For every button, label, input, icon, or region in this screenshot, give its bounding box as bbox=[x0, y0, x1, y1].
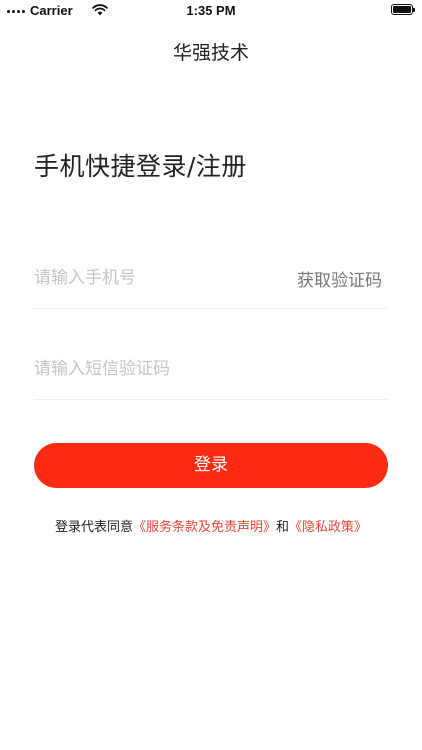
status-bar: Carrier 1:35 PM bbox=[0, 0, 422, 22]
phone-field-row: 获取验证码 bbox=[34, 246, 388, 309]
status-time: 1:35 PM bbox=[186, 3, 236, 18]
code-field-row bbox=[34, 337, 388, 400]
agreement-connector: 和 bbox=[276, 520, 290, 535]
agreement-text: 登录代表同意《服务条款及免责声明》和《隐私政策》 bbox=[0, 516, 422, 535]
terms-link[interactable]: 《服务条款及免责声明》 bbox=[133, 520, 276, 535]
agreement-prefix: 登录代表同意 bbox=[54, 520, 133, 535]
nav-title: 华强技术 bbox=[172, 42, 249, 64]
battery-fill bbox=[393, 6, 411, 13]
battery-icon bbox=[391, 4, 415, 15]
sms-code-input[interactable] bbox=[34, 355, 274, 383]
phone-input[interactable] bbox=[34, 264, 274, 292]
get-code-button[interactable]: 获取验证码 bbox=[297, 266, 382, 291]
login-button[interactable]: 登录 bbox=[34, 443, 388, 488]
page-title: 手机快捷登录/注册 bbox=[34, 152, 247, 181]
privacy-link[interactable]: 《隐私政策》 bbox=[289, 520, 367, 535]
